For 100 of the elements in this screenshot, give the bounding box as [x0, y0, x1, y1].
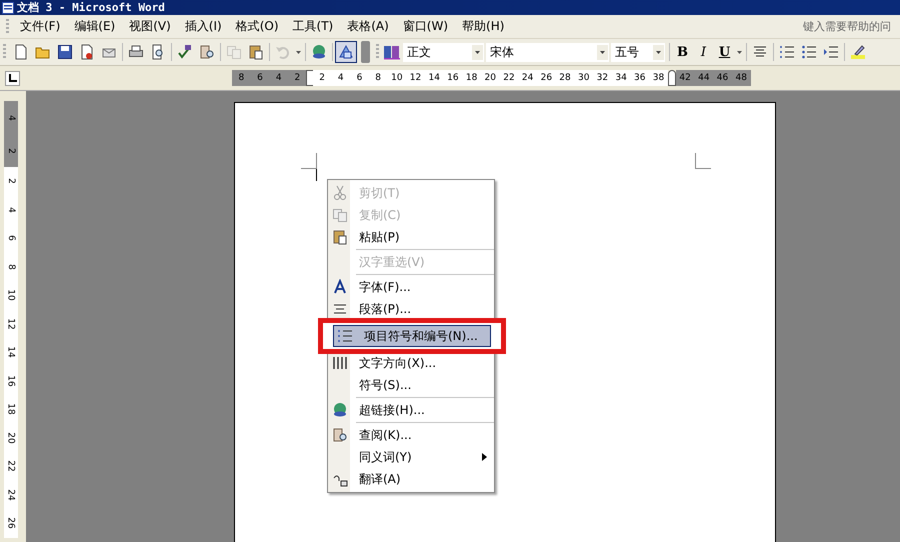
ruler-number: 12: [4, 310, 18, 338]
ruler-number: 10: [4, 281, 18, 310]
ruler-number: 28: [556, 70, 574, 86]
ruler-number: 46: [713, 70, 732, 86]
undo-icon: [275, 44, 291, 60]
checkmark-icon: [177, 44, 193, 60]
ruler-number: 14: [424, 70, 444, 86]
ruler-number: 8: [368, 70, 388, 86]
styles-icon[interactable]: [383, 44, 401, 60]
menu-item[interactable]: 插入(I): [178, 18, 229, 35]
context-menu-item[interactable]: 翻译(A): [328, 468, 494, 490]
drawing-button[interactable]: [335, 41, 357, 63]
grip-icon: [376, 44, 379, 60]
menu-item[interactable]: 帮助(H): [455, 18, 512, 35]
document-icon: [2, 2, 14, 14]
dropdown-arrow-icon[interactable]: [600, 50, 605, 54]
ruler-number: 20: [4, 424, 18, 452]
ruler-number: 12: [406, 70, 425, 86]
context-menu-item[interactable]: 字体(F)...: [328, 276, 494, 298]
ruler-number: 22: [500, 70, 518, 86]
ruler-number: 14: [4, 338, 18, 366]
ruler-number: 30: [574, 70, 594, 86]
ruler-number: 4: [4, 196, 18, 224]
text-direction-icon: [332, 355, 348, 371]
ruler-number: 16: [4, 366, 18, 395]
submenu-arrow-icon: [482, 453, 487, 461]
ruler-number: 2: [312, 70, 332, 86]
left-tab-icon: [8, 74, 16, 82]
research-icon: [332, 427, 348, 443]
globe-icon: [311, 44, 327, 60]
ruler-number: 18: [462, 70, 481, 86]
ruler-number: 6: [4, 224, 18, 252]
ruler-number: 26: [537, 70, 556, 86]
shapes-icon: [338, 44, 354, 60]
highlighter-icon: [850, 44, 866, 60]
font-size-dropdown[interactable]: 五号: [611, 42, 665, 62]
ruler-number: 18: [4, 395, 18, 424]
indent-icon: [823, 44, 839, 60]
dropdown-arrow-icon[interactable]: [656, 50, 661, 54]
context-menu-item[interactable]: 粘贴(P): [328, 226, 494, 248]
copy-icon: [332, 207, 348, 223]
font-icon: [332, 279, 348, 295]
scissors-icon: [332, 185, 348, 201]
globe-icon: [332, 402, 348, 418]
underline-button[interactable]: U: [714, 41, 735, 63]
ruler-number: 24: [518, 70, 537, 86]
context-menu-item[interactable]: 符号(S)...: [328, 374, 494, 396]
style-dropdown[interactable]: 正文: [403, 42, 484, 62]
ruler-number: 10: [388, 70, 406, 86]
menu-item[interactable]: 编辑(E): [67, 18, 122, 35]
ruler-number: 2: [4, 134, 18, 167]
ruler-number: 36: [630, 70, 650, 86]
grip-icon: [3, 44, 6, 60]
context-menu-item[interactable]: 超链接(H)...: [328, 399, 494, 421]
ruler-number: 48: [732, 70, 751, 86]
blank-page-icon: [13, 44, 29, 60]
ruler-number: 26: [4, 509, 18, 538]
context-menu-item[interactable]: 查阅(K)...: [328, 424, 494, 446]
ruler-number: 42: [676, 70, 694, 86]
book-magnifier-icon: [199, 44, 215, 60]
context-menu-item[interactable]: 项目符号和编号(N)...: [333, 325, 491, 347]
context-menu-item[interactable]: 同义词(Y): [328, 446, 494, 468]
italic-button[interactable]: I: [693, 41, 714, 63]
ruler-number: 6: [250, 70, 270, 86]
font-dropdown[interactable]: 宋体: [486, 42, 609, 62]
ruler-number: 16: [444, 70, 462, 86]
bold-button[interactable]: B: [672, 41, 693, 63]
context-menu-item[interactable]: 段落(P)...: [328, 298, 494, 320]
ruler-number: 2: [4, 167, 18, 196]
window-title: 文档 3 - Microsoft Word: [17, 0, 165, 15]
dropdown-arrow-icon[interactable]: [737, 50, 742, 54]
clipboard-icon: [248, 44, 264, 60]
context-menu-item[interactable]: 文字方向(X)...: [328, 352, 494, 374]
copy-icon: [226, 44, 242, 60]
ruler-number: 4: [269, 70, 288, 86]
grip-icon: [6, 18, 9, 34]
menu-item[interactable]: 窗口(W): [396, 18, 456, 35]
ruler-number: 20: [480, 70, 500, 86]
ruler-number: 22: [4, 452, 18, 480]
ruler-number: 8: [232, 70, 251, 86]
bullet-list-icon: [801, 44, 817, 60]
list-icon: [337, 328, 353, 344]
dropdown-arrow-icon[interactable]: [475, 50, 480, 54]
crop-mark-icon: [695, 153, 711, 169]
ruler-number: 24: [4, 480, 18, 509]
crop-mark-icon: [301, 153, 317, 169]
menu-item[interactable]: 文件(F): [13, 18, 68, 35]
menu-item[interactable]: 工具(T): [286, 18, 340, 35]
menu-item[interactable]: 表格(A): [340, 18, 396, 35]
menu-item[interactable]: 视图(V): [122, 18, 178, 35]
printer-icon: [128, 44, 144, 60]
text-cursor-icon: [316, 169, 317, 181]
ruler-number: 2: [288, 70, 307, 86]
ruler-number: 4: [4, 101, 18, 134]
paste-icon: [332, 229, 348, 245]
dropdown-arrow-icon[interactable]: [296, 50, 301, 54]
menu-item[interactable]: 格式(O): [228, 18, 286, 35]
numbered-list-icon: [779, 44, 795, 60]
tab-selector-button[interactable]: [5, 70, 20, 86]
ruler-number: 8: [4, 252, 18, 281]
